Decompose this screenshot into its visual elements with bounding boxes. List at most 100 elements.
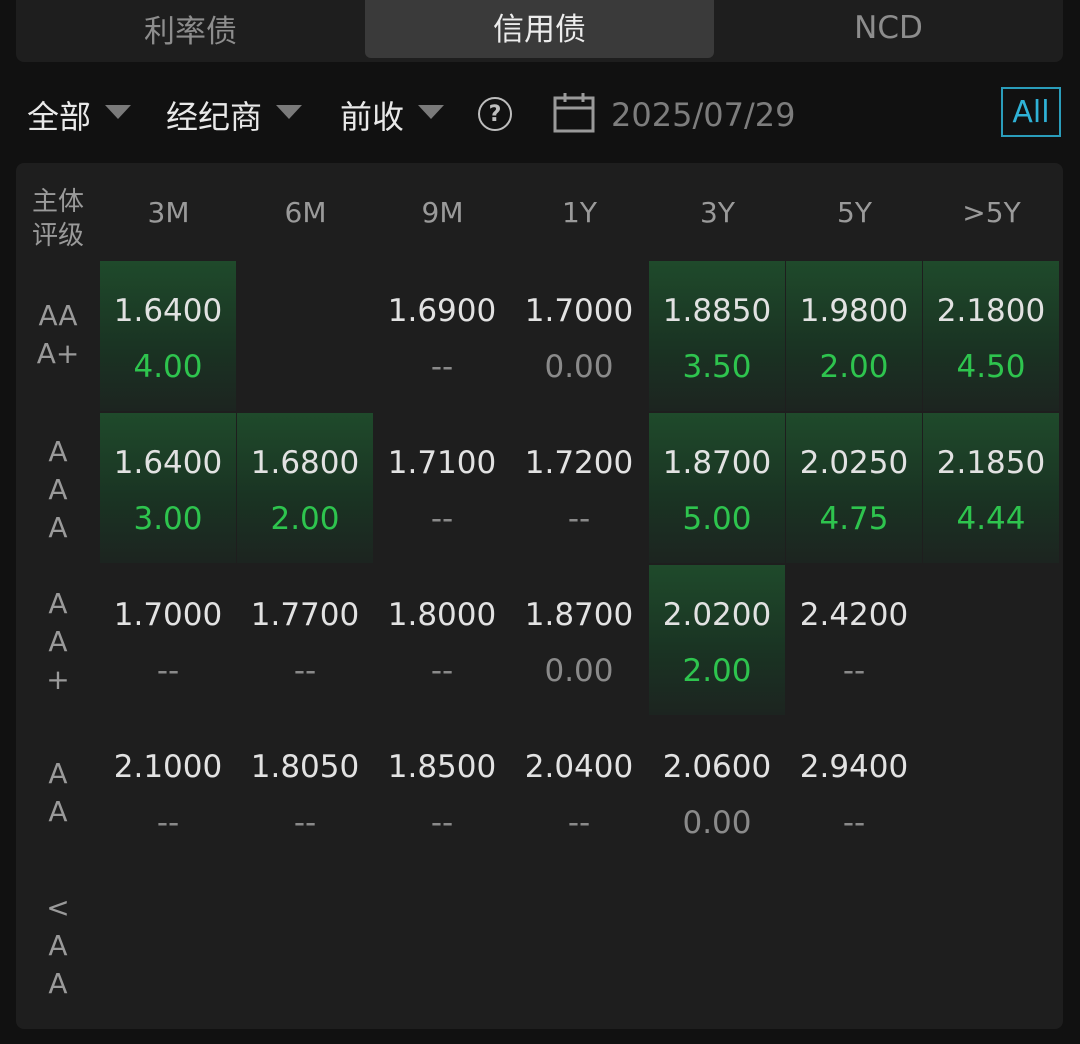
chevron-down-icon — [276, 105, 303, 119]
column-header[interactable]: 1Y — [511, 163, 648, 261]
volume-value: -- — [567, 501, 591, 537]
rating-label-line: A — [48, 473, 68, 506]
column-header[interactable]: 5Y — [786, 163, 923, 261]
rating-header: 主体 评级 — [16, 185, 100, 253]
quote-cell[interactable]: 1.8500 -- — [374, 717, 510, 867]
quote-cell[interactable]: 1.8000 -- — [374, 565, 510, 715]
date-display[interactable]: 2025/07/29 — [611, 84, 795, 146]
yield-value: 1.6400 — [113, 293, 223, 329]
volume-value: 2.00 — [682, 653, 752, 689]
quote-grid: 主体 评级 3M 6M 9M 1Y 3Y 5Y >5Y AA A+ 1.6400 4.00 1.690… — [16, 163, 1063, 1029]
scope-dropdown[interactable]: 全部 — [27, 84, 132, 146]
quote-cell[interactable]: 1.7100 -- — [374, 413, 510, 563]
volume-value: -- — [430, 653, 454, 689]
quote-cell[interactable]: 1.9800 2.00 — [786, 261, 922, 411]
calendar-icon[interactable] — [553, 92, 595, 134]
broker-label: 经纪商 — [166, 98, 263, 136]
quote-cell[interactable]: 2.4200 -- — [786, 565, 922, 715]
price-dropdown[interactable]: 前收 — [340, 84, 445, 146]
quote-cell[interactable]: 1.7000 0.00 — [511, 261, 647, 411]
rating-header-line: 主体 — [31, 187, 84, 217]
yield-value: 2.1800 — [936, 293, 1046, 329]
yield-value: 1.7100 — [387, 445, 497, 481]
rating-label-line: < — [46, 891, 70, 924]
rating-label: AA — [16, 755, 100, 831]
rating-label-line: A — [48, 511, 68, 544]
volume-value: 4.44 — [956, 501, 1026, 537]
rating-label: AAA — [16, 433, 100, 547]
quote-cell[interactable]: 1.7000 -- — [100, 565, 236, 715]
rating-label-line: A — [48, 757, 68, 790]
filter-bar: 全部 经纪商 前收 ? 2025/07/29 All — [0, 84, 1080, 146]
rating-label-line: A — [48, 625, 68, 658]
quote-cell[interactable]: 2.0600 0.00 — [649, 717, 785, 867]
volume-value: 4.75 — [819, 501, 889, 537]
rating-label-line: A — [48, 929, 68, 962]
rating-header-line: 评级 — [31, 221, 84, 251]
column-header[interactable]: 3Y — [649, 163, 786, 261]
yield-value: 1.8700 — [524, 597, 634, 633]
chevron-down-icon — [105, 105, 132, 119]
rating-label-line: A — [48, 435, 68, 468]
volume-value: 2.00 — [819, 349, 889, 385]
volume-value: -- — [567, 805, 591, 841]
yield-value: 1.8050 — [250, 749, 360, 785]
yield-value: 1.6900 — [387, 293, 497, 329]
quote-cell[interactable]: 1.8050 -- — [237, 717, 373, 867]
volume-value: -- — [156, 805, 180, 841]
volume-value: 4.00 — [133, 349, 203, 385]
volume-value: 0.00 — [682, 805, 752, 841]
broker-dropdown[interactable]: 经纪商 — [166, 84, 303, 146]
quote-cell[interactable]: 1.8700 0.00 — [511, 565, 647, 715]
volume-value: 0.00 — [544, 653, 614, 689]
yield-value: 2.4200 — [799, 597, 909, 633]
rating-label: AA A+ — [16, 297, 100, 373]
tab-credit-bond[interactable]: 信用债 — [365, 0, 714, 58]
yield-value: 2.0200 — [662, 597, 772, 633]
quote-cell[interactable]: 2.1000 -- — [100, 717, 236, 867]
column-header[interactable]: 6M — [237, 163, 374, 261]
volume-value: -- — [430, 501, 454, 537]
quote-cell[interactable]: 2.0400 -- — [511, 717, 647, 867]
chevron-down-icon — [418, 105, 445, 119]
rating-label-line: A — [48, 967, 68, 1000]
quote-cell[interactable]: 2.0250 4.75 — [786, 413, 922, 563]
rating-label-line: + — [46, 663, 70, 696]
quote-cell[interactable]: 2.9400 -- — [786, 717, 922, 867]
quote-cell[interactable]: 2.1850 4.44 — [923, 413, 1059, 563]
column-header[interactable]: >5Y — [923, 163, 1060, 261]
yield-value: 1.8000 — [387, 597, 497, 633]
help-icon[interactable]: ? — [478, 97, 512, 131]
volume-value: -- — [842, 805, 866, 841]
yield-value: 2.0400 — [524, 749, 634, 785]
volume-value: 3.50 — [682, 349, 752, 385]
quote-cell[interactable]: 1.6900 -- — [374, 261, 510, 411]
bond-type-tabs: 利率债 信用债 NCD — [16, 0, 1063, 62]
yield-value: 2.0600 — [662, 749, 772, 785]
all-button[interactable]: All — [1001, 87, 1061, 137]
rating-label-line: AA — [38, 299, 78, 332]
quote-cell[interactable]: 2.0200 2.00 — [649, 565, 785, 715]
yield-value: 1.8700 — [662, 445, 772, 481]
tab-rate-bond[interactable]: 利率债 — [16, 0, 365, 62]
yield-value: 1.6400 — [113, 445, 223, 481]
rating-label: < A A — [16, 889, 100, 1003]
quote-cell[interactable]: 2.1800 4.50 — [923, 261, 1059, 411]
yield-value: 1.8500 — [387, 749, 497, 785]
quote-cell[interactable]: 1.6400 4.00 — [100, 261, 236, 411]
quote-cell[interactable]: 1.6800 2.00 — [237, 413, 373, 563]
volume-value: 0.00 — [544, 349, 614, 385]
yield-value: 1.7700 — [250, 597, 360, 633]
yield-value: 1.6800 — [250, 445, 360, 481]
quote-cell[interactable]: 1.8850 3.50 — [649, 261, 785, 411]
yield-value: 1.8850 — [662, 293, 772, 329]
quote-cell[interactable]: 1.6400 3.00 — [100, 413, 236, 563]
column-header[interactable]: 9M — [374, 163, 511, 261]
column-header[interactable]: 3M — [100, 163, 237, 261]
quote-cell[interactable]: 1.7200 -- — [511, 413, 647, 563]
quote-cell[interactable]: 1.8700 5.00 — [649, 413, 785, 563]
quote-cell[interactable]: 1.7700 -- — [237, 565, 373, 715]
tab-ncd[interactable]: NCD — [714, 0, 1063, 62]
volume-value: 3.00 — [133, 501, 203, 537]
yield-value: 1.9800 — [799, 293, 909, 329]
